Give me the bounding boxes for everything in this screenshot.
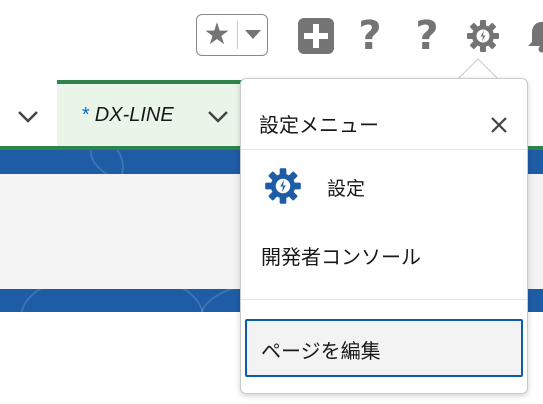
help-button[interactable]: ? (407, 16, 447, 56)
global-header: ★ ? ? (0, 0, 543, 78)
bell-icon (528, 22, 543, 53)
help-button[interactable]: ? (350, 16, 390, 56)
setup-gear-icon (265, 168, 301, 204)
setup-menu-header: 設定メニュー (241, 79, 527, 150)
favorites-button-group: ★ (196, 14, 268, 56)
favorites-button[interactable]: ★ (197, 15, 237, 55)
setup-gear-button[interactable] (463, 16, 503, 56)
nav-menu-button[interactable] (0, 86, 55, 148)
setup-menu: 設定メニュー 設定 開発者コンソール ページを編集 (240, 78, 528, 394)
global-actions-button[interactable] (296, 16, 336, 56)
menu-item-developer-console[interactable]: 開発者コンソール (241, 227, 527, 283)
gear-icon (467, 20, 499, 52)
menu-item-label: 開発者コンソール (261, 245, 421, 269)
close-button[interactable] (483, 109, 515, 141)
help-icon: ? (415, 13, 439, 59)
divider (241, 299, 527, 300)
menu-item-label: ページを編集 (261, 339, 381, 363)
chevron-down-icon (245, 30, 261, 39)
setup-menu-title: 設定メニュー (259, 113, 379, 137)
menu-item-label: 設定 (327, 178, 366, 200)
menu-item-edit-page[interactable]: ページを編集 (245, 319, 523, 377)
notifications-button[interactable] (522, 16, 543, 56)
chevron-down-icon (17, 111, 38, 123)
close-icon (491, 117, 507, 133)
tab-label: * DX-LINE (81, 104, 174, 126)
tab-dx-line[interactable]: * DX-LINE (57, 80, 247, 146)
favorites-star-icon: ★ (203, 17, 231, 52)
plus-icon (298, 18, 334, 54)
favorites-list-button[interactable] (238, 15, 268, 55)
help-icon: ? (358, 13, 382, 59)
chevron-down-icon (208, 111, 228, 123)
tab-menu-button[interactable] (203, 102, 233, 132)
menu-item-setup[interactable]: 設定 (241, 150, 527, 220)
